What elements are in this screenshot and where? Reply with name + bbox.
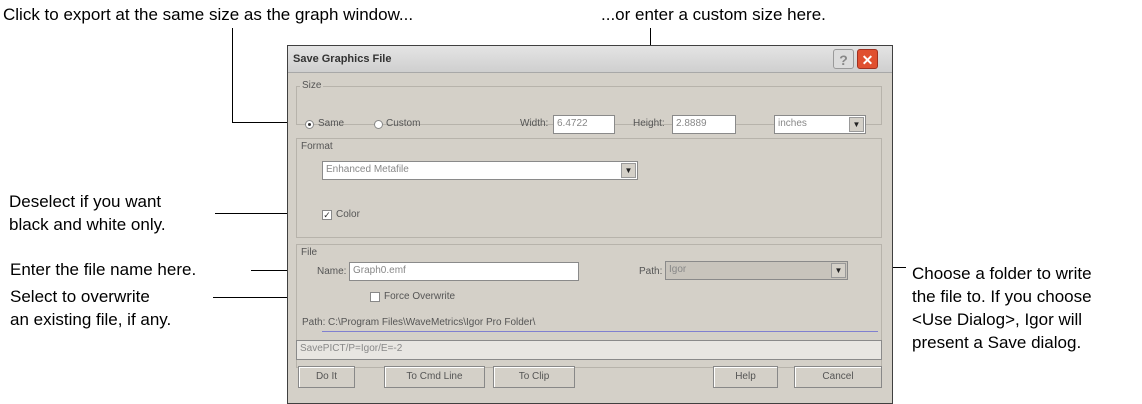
to-clip-button[interactable]: To Clip xyxy=(493,366,575,388)
name-label: Name: xyxy=(317,266,347,277)
same-radio-label: Same xyxy=(318,118,345,129)
callout-same-size: Click to export at the same size as the … xyxy=(3,5,414,24)
file-group-label: File xyxy=(301,247,318,258)
chevron-down-icon[interactable]: ▼ xyxy=(849,117,864,132)
width-label: Width: xyxy=(520,118,549,129)
force-overwrite-checkbox[interactable] xyxy=(370,292,380,302)
chevron-down-icon[interactable]: ▼ xyxy=(831,263,846,278)
same-radio[interactable] xyxy=(305,120,314,129)
full-path-label: Path: xyxy=(302,317,326,328)
path-select-value: Igor xyxy=(669,264,687,275)
format-select[interactable]: Enhanced Metafile ▼ xyxy=(322,161,638,180)
callout-path-line1: Choose a folder to write xyxy=(912,264,1092,283)
height-label: Height: xyxy=(633,118,665,129)
custom-radio-label: Custom xyxy=(386,118,421,129)
callout-file-name: Enter the file name here. xyxy=(10,260,197,279)
callout-custom-size: ...or enter a custom size here. xyxy=(601,5,826,24)
color-checkbox[interactable]: ✓ xyxy=(322,210,332,220)
to-cmd-line-button[interactable]: To Cmd Line xyxy=(384,366,485,388)
path-select[interactable]: Igor ▼ xyxy=(665,261,848,280)
color-checkbox-label: Color xyxy=(336,209,360,220)
cancel-button[interactable]: Cancel xyxy=(794,366,882,388)
size-group-label: Size xyxy=(300,80,324,91)
callout-path-line3: <Use Dialog>, Igor will xyxy=(912,310,1083,329)
format-select-value: Enhanced Metafile xyxy=(326,164,409,175)
callout-path-line4: present a Save dialog. xyxy=(912,333,1082,352)
command-line: SavePICT/P=Igor/E=-2 xyxy=(296,340,882,360)
path-label: Path: xyxy=(639,266,663,277)
callout-path-line2: the file to. If you choose xyxy=(912,287,1092,306)
chevron-down-icon[interactable]: ▼ xyxy=(621,163,636,178)
callout-overwrite-line1: Select to overwrite xyxy=(10,287,150,306)
force-overwrite-label: Force Overwrite xyxy=(384,291,456,302)
path-underline xyxy=(322,331,878,332)
help-icon[interactable]: ? xyxy=(833,49,854,69)
close-icon[interactable]: ✕ xyxy=(857,49,878,69)
leader-line-same-vertical xyxy=(232,28,233,123)
custom-radio[interactable] xyxy=(374,120,383,129)
units-select-value: inches xyxy=(778,118,807,129)
width-input[interactable]: 6.4722 xyxy=(553,115,615,134)
format-group-label: Format xyxy=(301,141,333,152)
height-input[interactable]: 2.8889 xyxy=(672,115,736,134)
callout-overwrite-line2: an existing file, if any. xyxy=(10,310,172,329)
do-it-button[interactable]: Do It xyxy=(298,366,355,388)
full-path-value: C:\Program Files\WaveMetrics\Igor Pro Fo… xyxy=(328,317,536,328)
title-bar: Save Graphics File ? ✕ xyxy=(288,46,892,73)
callout-color-line2: black and white only. xyxy=(9,215,166,234)
format-group xyxy=(296,138,882,238)
callout-color-line1: Deselect if you want xyxy=(9,192,162,211)
units-select[interactable]: inches ▼ xyxy=(774,115,866,134)
dialog-title: Save Graphics File xyxy=(293,53,392,65)
save-graphics-dialog: Save Graphics File ? ✕ Size Same Custom … xyxy=(287,45,893,404)
help-button[interactable]: Help xyxy=(713,366,778,388)
name-input[interactable]: Graph0.emf xyxy=(349,262,579,281)
